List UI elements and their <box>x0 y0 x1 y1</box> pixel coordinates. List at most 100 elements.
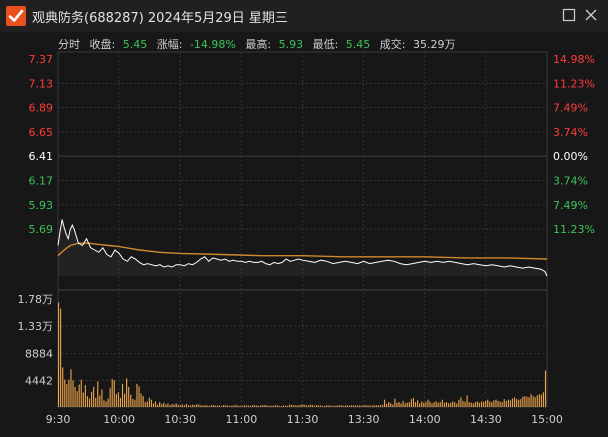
percent-tick-label: 3.74% <box>553 175 588 188</box>
volume-bar <box>470 402 472 407</box>
volume-bar <box>474 402 476 407</box>
volume-bar <box>171 404 173 407</box>
volume-bar <box>472 403 474 407</box>
volume-bar <box>357 405 359 407</box>
volume-bar <box>350 405 353 407</box>
volume-bar <box>297 405 299 407</box>
volume-bar <box>303 404 305 407</box>
time-tick-label: 11:30 <box>287 413 319 426</box>
volume-bar <box>404 403 406 407</box>
volume-bar <box>76 391 78 407</box>
volume-bar <box>466 395 468 407</box>
percent-tick-label: 7.49% <box>553 102 588 115</box>
intraday-chart[interactable]: 7.37 7.13 6.89 6.65 6.41 6.17 5.93 5.69 14.98% 11… <box>0 32 608 437</box>
volume-bar <box>169 405 171 407</box>
volume-bar <box>167 403 169 407</box>
volume-bar <box>538 394 540 407</box>
volume-bar <box>460 397 462 407</box>
volume-bar <box>441 399 443 407</box>
volume-bar <box>342 405 344 407</box>
percent-tick-label: 0.00% <box>553 150 588 163</box>
volume-bar <box>462 400 464 407</box>
volume-bar <box>328 405 330 407</box>
volume-bar <box>443 402 445 407</box>
volume-bar <box>427 399 429 407</box>
window-title: 观典防务(688287) 2024年5月29日 星期三 <box>32 11 288 26</box>
volume-bar <box>530 394 532 407</box>
volume-bar <box>491 402 493 407</box>
volume-bar <box>134 399 136 407</box>
volume-bar <box>86 396 89 407</box>
volume-bar <box>489 401 491 407</box>
volume-bar <box>237 405 239 407</box>
close-button[interactable] <box>584 8 598 22</box>
volume-bar <box>291 404 293 407</box>
volume-bar <box>181 404 183 407</box>
volume-bar <box>78 384 80 407</box>
volume-bar <box>355 405 357 407</box>
volume-bar <box>487 399 489 407</box>
volume-bar <box>289 404 291 407</box>
time-tick-label: 10:30 <box>164 413 196 426</box>
volume-bar <box>544 370 547 407</box>
volume-bar <box>501 402 503 407</box>
volume-bar <box>262 405 264 407</box>
volume-bar <box>458 399 460 407</box>
volume-bar <box>229 405 231 407</box>
volume-bar <box>173 404 175 407</box>
volume-bar <box>524 396 526 407</box>
volume-bar <box>445 402 448 407</box>
volume-bar <box>371 405 373 407</box>
volume-bar <box>130 394 132 407</box>
volume-bar <box>450 402 452 407</box>
volume-bar <box>210 405 212 407</box>
window-titlebar: 观典防务(688287) 2024年5月29日 星期三 <box>0 0 608 32</box>
volume-bar <box>435 401 437 407</box>
volume-bar <box>278 405 280 407</box>
volume-bar <box>493 400 495 407</box>
volume-bar <box>534 397 536 407</box>
volume-bar <box>307 405 309 407</box>
time-tick-label: 13:30 <box>348 413 380 426</box>
volume-bar <box>344 405 346 407</box>
price-tick-label: 6.17 <box>29 175 54 188</box>
time-tick-label: 15:00 <box>531 413 563 426</box>
volume-bar <box>276 405 278 407</box>
volume-bar <box>400 403 402 407</box>
volume-bar <box>305 405 307 407</box>
volume-bar <box>499 401 501 407</box>
volume-bar <box>260 405 262 407</box>
volume-bar <box>142 396 144 407</box>
volume-bar <box>480 401 483 407</box>
volume-bar <box>398 402 400 407</box>
maximize-button[interactable] <box>562 8 576 22</box>
volume-bar <box>144 402 146 407</box>
volume-bar <box>315 405 318 407</box>
volume-bar <box>522 396 524 407</box>
volume-bar <box>381 404 384 407</box>
volume-bar <box>452 401 454 407</box>
volume-tick-label: 4442 <box>25 375 53 388</box>
volume-bar <box>218 405 221 407</box>
volume-bar <box>251 405 254 407</box>
volume-bar <box>68 379 70 407</box>
volume-bar <box>386 404 388 407</box>
volume-bar <box>235 404 237 407</box>
percent-tick-label: 11.23% <box>553 77 595 90</box>
volume-bar <box>408 402 410 407</box>
volume-bar <box>280 406 282 407</box>
volume-bar <box>384 399 386 407</box>
volume-bar <box>146 401 148 407</box>
volume-bar <box>121 383 124 407</box>
volume-bar <box>348 405 351 407</box>
volume-bar <box>542 392 544 407</box>
volume-bar <box>84 385 86 407</box>
volume-bar <box>266 405 268 407</box>
volume-tick-label: 8884 <box>25 347 53 360</box>
volume-bar <box>208 405 210 407</box>
volume-bar <box>332 405 334 407</box>
volume-bar <box>163 402 165 407</box>
volume-bar <box>202 405 204 407</box>
percent-tick-label: 11.23% <box>553 223 595 236</box>
volume-bar <box>80 379 82 407</box>
